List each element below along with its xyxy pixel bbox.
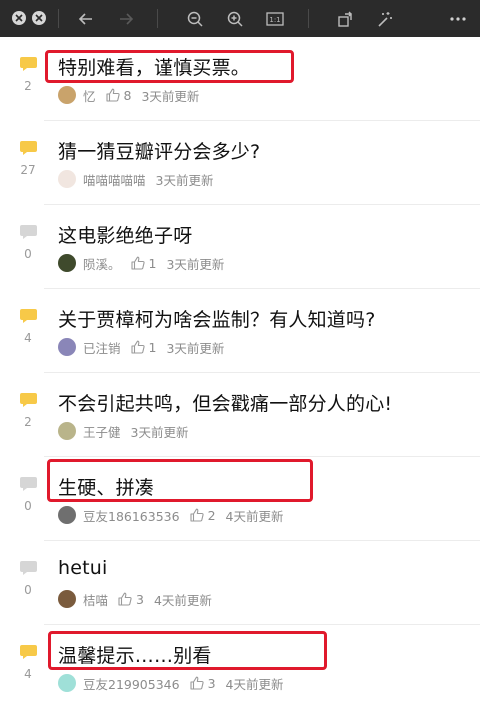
like-counter[interactable]: 1 (130, 339, 157, 355)
reply-count: 0 (24, 247, 32, 261)
like-count: 3 (207, 675, 216, 691)
avatar[interactable] (58, 674, 76, 692)
avatar[interactable] (58, 422, 76, 440)
discussion-title[interactable]: 这电影绝绝子呀 (58, 221, 192, 248)
forward-arrow-icon[interactable] (116, 9, 136, 29)
like-counter[interactable]: 2 (190, 508, 216, 523)
author-name[interactable]: 陨溪。 (83, 254, 121, 273)
thumbs-up-icon (105, 88, 120, 102)
zoom-in-icon[interactable] (225, 9, 245, 29)
author-name[interactable]: 桔喵 (83, 590, 108, 609)
discussion-title[interactable]: 生硬、拼凑 (58, 473, 154, 500)
discussion-item[interactable]: 0 生硬、拼凑豆友186163536 2 4天前更新 (0, 457, 480, 541)
discussion-item[interactable]: 0 这电影绝绝子呀陨溪。 1 3天前更新 (0, 205, 480, 289)
reply-count: 4 (24, 667, 32, 681)
discussion-meta: 豆友219905346 3 4天前更新 (58, 673, 283, 693)
avatar[interactable] (58, 590, 76, 608)
thumbs-up-icon (118, 592, 132, 606)
discussion-item[interactable]: 27 猜一猜豆瓣评分会多少? 喵喵喵喵喵 3天前更新 (0, 121, 480, 205)
like-count: 8 (123, 87, 132, 103)
reply-count: 2 (24, 79, 32, 93)
thumbs-up-icon (130, 340, 145, 354)
discussion-meta: 王子健 3天前更新 (58, 421, 188, 441)
avatar[interactable] (58, 254, 76, 272)
toolbar-divider (58, 9, 59, 28)
comment-bubble-icon (20, 309, 37, 323)
avatar[interactable] (58, 338, 76, 356)
reply-count: 0 (24, 499, 32, 513)
update-time: 4天前更新 (225, 508, 284, 524)
close-window-icon[interactable] (12, 11, 26, 25)
toolbar-divider (157, 9, 158, 28)
like-counter[interactable]: 3 (190, 676, 216, 691)
discussion-title[interactable]: 不会引起共鸣，但会戳痛一部分人的心! (58, 389, 392, 416)
discussion-meta: 豆友186163536 2 4天前更新 (58, 505, 283, 525)
comment-bubble-icon (20, 225, 37, 239)
like-counter[interactable]: 8 (105, 87, 132, 103)
author-name[interactable]: 喵喵喵喵喵 (83, 170, 146, 189)
zoom-out-icon[interactable] (185, 9, 205, 29)
discussion-meta: 喵喵喵喵喵 3天前更新 (58, 169, 213, 189)
toolbar-divider (308, 9, 309, 28)
discussion-title[interactable]: 猜一猜豆瓣评分会多少? (58, 137, 260, 164)
viewer-toolbar: 1:1 (0, 0, 480, 37)
reply-count: 4 (24, 331, 32, 345)
like-counter[interactable]: 1 (130, 255, 157, 271)
like-count: 3 (136, 591, 144, 607)
discussion-item[interactable]: 2 特别难看，谨慎买票。忆 8 3天前更新 (0, 37, 480, 121)
discussion-item[interactable]: 2 不会引起共鸣，但会戳痛一部分人的心! 王子健 3天前更新 (0, 373, 480, 457)
reply-count: 2 (24, 415, 32, 429)
magic-wand-icon[interactable] (374, 9, 394, 29)
update-time: 3天前更新 (166, 340, 225, 356)
discussion-title[interactable]: 关于贾樟柯为啥会监制？有人知道吗? (58, 305, 376, 332)
discussion-meta: 已注销 1 3天前更新 (58, 337, 224, 357)
update-time: 4天前更新 (153, 592, 212, 608)
like-count: 2 (207, 507, 216, 523)
like-counter[interactable]: 3 (118, 592, 144, 607)
discussion-meta: 桔喵 3 4天前更新 (58, 589, 212, 609)
discussion-meta: 忆 8 3天前更新 (58, 85, 199, 105)
discussion-title[interactable]: 特别难看，谨慎买票。 (58, 53, 250, 80)
thumbs-up-icon (130, 256, 145, 270)
reply-count: 0 (24, 583, 32, 597)
author-name[interactable]: 王子健 (83, 422, 121, 441)
thumbs-up-icon (190, 508, 204, 522)
back-arrow-icon[interactable] (76, 9, 96, 29)
author-name[interactable]: 豆友186163536 (83, 506, 180, 525)
minimize-window-icon[interactable] (32, 11, 46, 25)
update-time: 3天前更新 (141, 88, 200, 104)
comment-bubble-icon (20, 141, 37, 155)
avatar[interactable] (58, 170, 76, 188)
author-name[interactable]: 已注销 (83, 338, 121, 357)
comment-bubble-icon (20, 393, 37, 407)
actual-size-icon[interactable]: 1:1 (265, 9, 285, 29)
discussion-item[interactable]: 4 关于贾樟柯为啥会监制？有人知道吗? 已注销 1 3天前更新 (0, 289, 480, 373)
author-name[interactable]: 忆 (83, 86, 96, 105)
svg-text:1:1: 1:1 (269, 16, 280, 24)
update-time: 3天前更新 (130, 424, 189, 440)
comment-bubble-icon (20, 645, 37, 659)
reply-count: 27 (20, 163, 36, 177)
author-name[interactable]: 豆友219905346 (83, 674, 180, 693)
avatar[interactable] (58, 506, 76, 524)
like-count: 1 (148, 255, 157, 271)
update-time: 3天前更新 (166, 256, 225, 272)
thumbs-up-icon (190, 676, 204, 690)
comment-bubble-icon (20, 477, 37, 491)
rotate-icon[interactable] (335, 9, 355, 29)
like-count: 1 (148, 339, 157, 355)
update-time: 3天前更新 (155, 172, 214, 188)
discussion-meta: 陨溪。 1 3天前更新 (58, 253, 224, 273)
comment-bubble-icon (20, 57, 37, 71)
discussion-item[interactable]: 0 hetui 桔喵 3 4天前更新 (0, 541, 480, 625)
more-icon[interactable] (448, 9, 468, 29)
discussion-item[interactable]: 4 温馨提示……别看豆友219905346 3 4天前更新 (0, 625, 480, 709)
avatar[interactable] (58, 86, 76, 104)
discussion-title[interactable]: 温馨提示……别看 (58, 641, 212, 668)
discussion-title[interactable]: hetui (58, 557, 108, 579)
comment-bubble-icon (20, 561, 37, 575)
update-time: 4天前更新 (225, 676, 284, 692)
